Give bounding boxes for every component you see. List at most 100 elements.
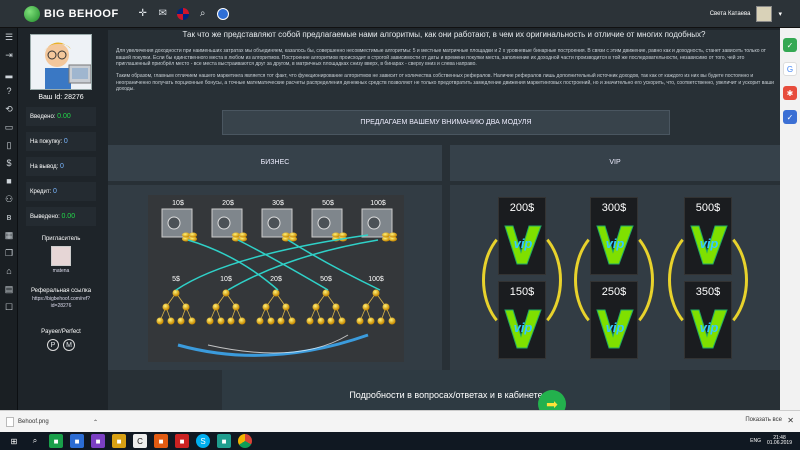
intro-paragraph-2: Таким образом, главным отличием нашего м… <box>116 73 774 92</box>
payeer-icon[interactable]: P <box>47 339 59 351</box>
vip-price-label: 150$ <box>509 286 535 298</box>
bank-icon[interactable]: ⌂ <box>0 262 18 280</box>
close-icon[interactable]: ✕ <box>787 416 794 425</box>
vk-icon[interactable]: в <box>0 208 18 226</box>
svg-text:vip: vip <box>606 320 625 335</box>
app-purple-icon[interactable]: ■ <box>91 434 105 448</box>
vip-logo-icon: vip <box>501 302 545 352</box>
vip-logo-icon: vip <box>593 218 637 268</box>
start-icon[interactable]: ⊞ <box>7 434 21 448</box>
svg-text:vip: vip <box>514 236 533 251</box>
extension-red-icon[interactable]: ✱ <box>783 86 797 100</box>
extension-google-icon[interactable]: G <box>783 62 797 76</box>
document-icon[interactable]: ▯ <box>0 136 18 154</box>
user-menu[interactable]: Света Катаева ▾ <box>709 5 782 22</box>
sync-icon[interactable]: ⟲ <box>0 100 18 118</box>
binary-price-label: 20$ <box>270 276 282 283</box>
app-blue-icon[interactable]: ■ <box>70 434 84 448</box>
briefcase-icon[interactable]: ■ <box>0 172 18 190</box>
question-icon[interactable]: ? <box>0 82 18 100</box>
svg-text:vip: vip <box>606 236 625 251</box>
users-icon[interactable]: ⚇ <box>0 190 18 208</box>
app-orange-icon[interactable]: ■ <box>154 434 168 448</box>
binary-price-label: 5$ <box>172 276 180 283</box>
business-scheme-image: 10$ 20$ 30$ 50$ 100$ 5$ 10$ 20$ 50$ 100$ <box>148 195 404 362</box>
language-indicator[interactable]: ENG <box>750 438 761 444</box>
taskbar: ⊞ ⌕ ■ ■ ■ ■ C ■ ■ S ■ ENG 21:48 01.06.20… <box>0 432 800 450</box>
logo-ball-icon <box>24 5 40 22</box>
vip-logo-icon: vip <box>501 218 545 268</box>
vip-module-title[interactable]: VIP <box>450 145 780 181</box>
language-flag-icon[interactable] <box>216 7 229 20</box>
app-teal-icon[interactable]: ■ <box>217 434 231 448</box>
vip-card[interactable]: 300$ vip <box>590 197 638 275</box>
intro-paragraph: Для увеличения доходности при наименьших… <box>116 48 766 67</box>
skype-icon[interactable]: S <box>196 434 210 448</box>
app-yellow-icon[interactable]: ■ <box>112 434 126 448</box>
binary-tree: 20$ <box>256 276 296 325</box>
business-module-title[interactable]: БИЗНЕС <box>108 145 442 181</box>
site-logo[interactable]: BIG BEHOOF <box>24 5 119 22</box>
stat-credit: Кредит: 0 <box>26 182 96 201</box>
matrix-price-label: 10$ <box>172 200 184 207</box>
chart-icon[interactable]: ▂ <box>0 64 18 82</box>
payment-label: Payeer/Perfect <box>41 329 81 335</box>
app-green-icon[interactable]: ■ <box>49 434 63 448</box>
matrix-price-label: 50$ <box>322 200 334 207</box>
menu-icon[interactable]: ☰ <box>0 28 18 46</box>
extension-blue-icon[interactable]: ✓ <box>783 110 797 124</box>
logout-icon[interactable]: ⇥ <box>0 46 18 64</box>
referrer-name[interactable]: matena <box>26 268 96 274</box>
vip-card[interactable]: 350$ vip <box>684 281 732 359</box>
download-item[interactable]: Behoof.png ⌃ <box>6 416 98 428</box>
perfect-money-icon[interactable]: M <box>63 339 75 351</box>
details-banner[interactable]: Подробности в вопросах/ответах и в кабин… <box>222 370 670 410</box>
clock[interactable]: 21:48 01.06.2019 <box>766 435 792 447</box>
svg-text:vip: vip <box>700 320 719 335</box>
page-heading: Так что же представляют собой предлагаем… <box>182 30 706 39</box>
search-taskbar-icon[interactable]: ⌕ <box>28 434 42 448</box>
vip-card[interactable]: 150$ vip <box>498 281 546 359</box>
logo-text: BIG BEHOOF <box>44 7 119 20</box>
profile-panel: Ваш Id: 28276 Введено: 0.00 На покупку: … <box>26 30 96 410</box>
app-red-icon[interactable]: ■ <box>175 434 189 448</box>
stat-value: 0 <box>60 163 64 170</box>
vip-logo-icon: vip <box>593 302 637 352</box>
phone-icon[interactable]: ☐ <box>0 298 18 316</box>
gift-icon[interactable]: ❐ <box>0 244 18 262</box>
binary-price-label: 100$ <box>368 276 384 283</box>
clock-date: 01.06.2019 <box>766 440 792 446</box>
chevron-up-icon[interactable]: ⌃ <box>93 419 98 426</box>
chrome-icon[interactable] <box>238 434 252 448</box>
user-name: Света Катаева <box>709 10 751 17</box>
user-id: Ваш Id: 28276 <box>38 94 84 101</box>
vip-price-label: 250$ <box>601 286 627 298</box>
mail-icon[interactable]: ✉ <box>157 8 169 20</box>
crosshair-icon[interactable]: ✛ <box>137 8 149 20</box>
vip-module-panel: 200$ vip 300$ vip 500$ vip 150$ vip 250$ vip 350$ v… <box>450 185 780 370</box>
id-card-icon[interactable]: ▭ <box>0 118 18 136</box>
matrix-safe: 10$ <box>161 200 197 242</box>
app-c-icon[interactable]: C <box>133 434 147 448</box>
vip-card[interactable]: 250$ vip <box>590 281 638 359</box>
svg-text:vip: vip <box>514 320 533 335</box>
grid-icon[interactable]: ▦ <box>0 226 18 244</box>
vip-card[interactable]: 500$ vip <box>684 197 732 275</box>
uk-flag-icon[interactable] <box>176 7 189 20</box>
stat-for-purchase: На покупку: 0 <box>26 132 96 151</box>
extension-green-icon[interactable]: ✓ <box>783 38 797 52</box>
user-avatar <box>756 5 773 22</box>
stat-label: Выведено: <box>30 214 60 220</box>
show-all-downloads[interactable]: Показать все <box>745 417 782 423</box>
matrix-safe: 50$ <box>311 200 347 242</box>
business-module-panel: 10$ 20$ 30$ 50$ 100$ 5$ 10$ 20$ 50$ 100$ <box>108 185 442 370</box>
stat-label: Кредит: <box>30 189 52 195</box>
reflink-value[interactable]: https://bigbehoof.com/ref?id=28276 <box>26 294 96 311</box>
vip-card[interactable]: 200$ vip <box>498 197 546 275</box>
money-icon[interactable]: $ <box>0 154 18 172</box>
book-icon[interactable]: ▤ <box>0 280 18 298</box>
vip-logo-icon: vip <box>687 302 731 352</box>
file-icon <box>6 417 14 427</box>
browser-extensions: ✓ G ✱ ✓ <box>780 28 800 410</box>
search-icon[interactable]: ⌕ <box>197 8 209 20</box>
